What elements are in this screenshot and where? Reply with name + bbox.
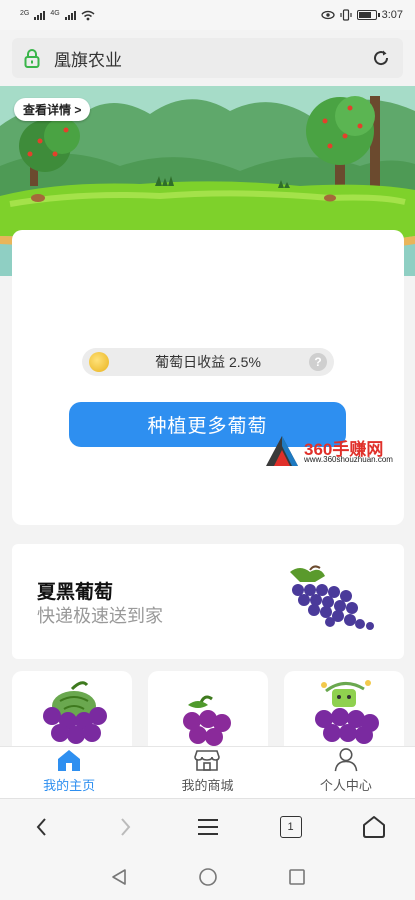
coin-icon <box>89 352 109 372</box>
system-back-icon[interactable] <box>110 868 128 886</box>
help-icon[interactable]: ? <box>309 353 327 371</box>
site-title: 凰旗农业 <box>54 50 122 70</box>
tab-count: 1 <box>279 815 302 838</box>
watermark-logo-icon <box>266 436 298 466</box>
system-nav <box>0 854 415 900</box>
chevron-right-icon <box>120 817 130 836</box>
wifi-icon <box>81 10 95 20</box>
system-home-icon[interactable] <box>198 867 218 887</box>
grape-bunch-illustration <box>290 565 374 630</box>
status-bar: 2G 4G 3:07 <box>0 0 415 30</box>
yield-text: 葡萄日收益 2.5% <box>155 354 261 370</box>
browser-home-button[interactable] <box>354 807 394 847</box>
system-recents-icon[interactable] <box>288 868 306 886</box>
eye-comfort-icon <box>320 10 335 20</box>
main-card: 葡萄日收益 2.5% ? 种植更多葡萄 <box>12 230 404 525</box>
refresh-icon[interactable] <box>371 48 391 68</box>
tab-shop-label: 我的商城 <box>181 778 234 793</box>
promo-card[interactable]: 夏黑葡萄 快递极速送到家 <box>12 544 404 659</box>
battery-icon <box>356 10 380 20</box>
menu-button[interactable] <box>188 807 228 847</box>
hamburger-icon <box>197 818 218 835</box>
lock-icon <box>24 49 40 68</box>
shop-icon <box>194 750 221 771</box>
tab-home[interactable]: 我的主页 <box>0 747 138 798</box>
browser-nav: 1 <box>0 798 415 854</box>
address-bar[interactable]: 凰旗农业 <box>12 38 403 78</box>
person-icon <box>334 748 358 772</box>
signal1-label: 2G <box>20 9 30 17</box>
signal1-icon <box>34 10 46 20</box>
home-icon <box>58 750 81 771</box>
battery-fill <box>358 12 372 18</box>
clock: 3:07 <box>381 9 403 21</box>
tab-home-label: 我的主页 <box>43 778 96 793</box>
back-button[interactable] <box>22 807 62 847</box>
status-left: 2G 4G <box>20 10 95 21</box>
bottom-tab-bar: 我的主页 我的商城 个人中心 <box>0 746 415 798</box>
tabs-button[interactable]: 1 <box>271 807 311 847</box>
tab-shop[interactable]: 我的商城 <box>138 747 276 798</box>
tab-profile-label: 个人中心 <box>319 778 372 793</box>
chevron-left-icon <box>36 817 46 836</box>
watermark: 360手赚网 www.360shouzhuan.com <box>264 432 414 470</box>
yield-pill: 葡萄日收益 2.5% ? <box>82 348 334 376</box>
view-details-button[interactable]: 查看详情 > <box>14 98 91 121</box>
promo-title: 夏黑葡萄 <box>37 582 114 603</box>
watermark-url: www.360shouzhuan.com <box>304 455 393 464</box>
signal2-label: 4G <box>50 9 60 17</box>
tab-profile[interactable]: 个人中心 <box>277 747 415 798</box>
promo-subtitle: 快递极速送到家 <box>37 606 163 626</box>
vibrate-icon <box>339 9 352 21</box>
browser-home-icon <box>362 815 385 838</box>
forward-button[interactable] <box>105 807 145 847</box>
signal2-icon <box>64 10 76 20</box>
status-right: 3:07 <box>320 9 403 21</box>
